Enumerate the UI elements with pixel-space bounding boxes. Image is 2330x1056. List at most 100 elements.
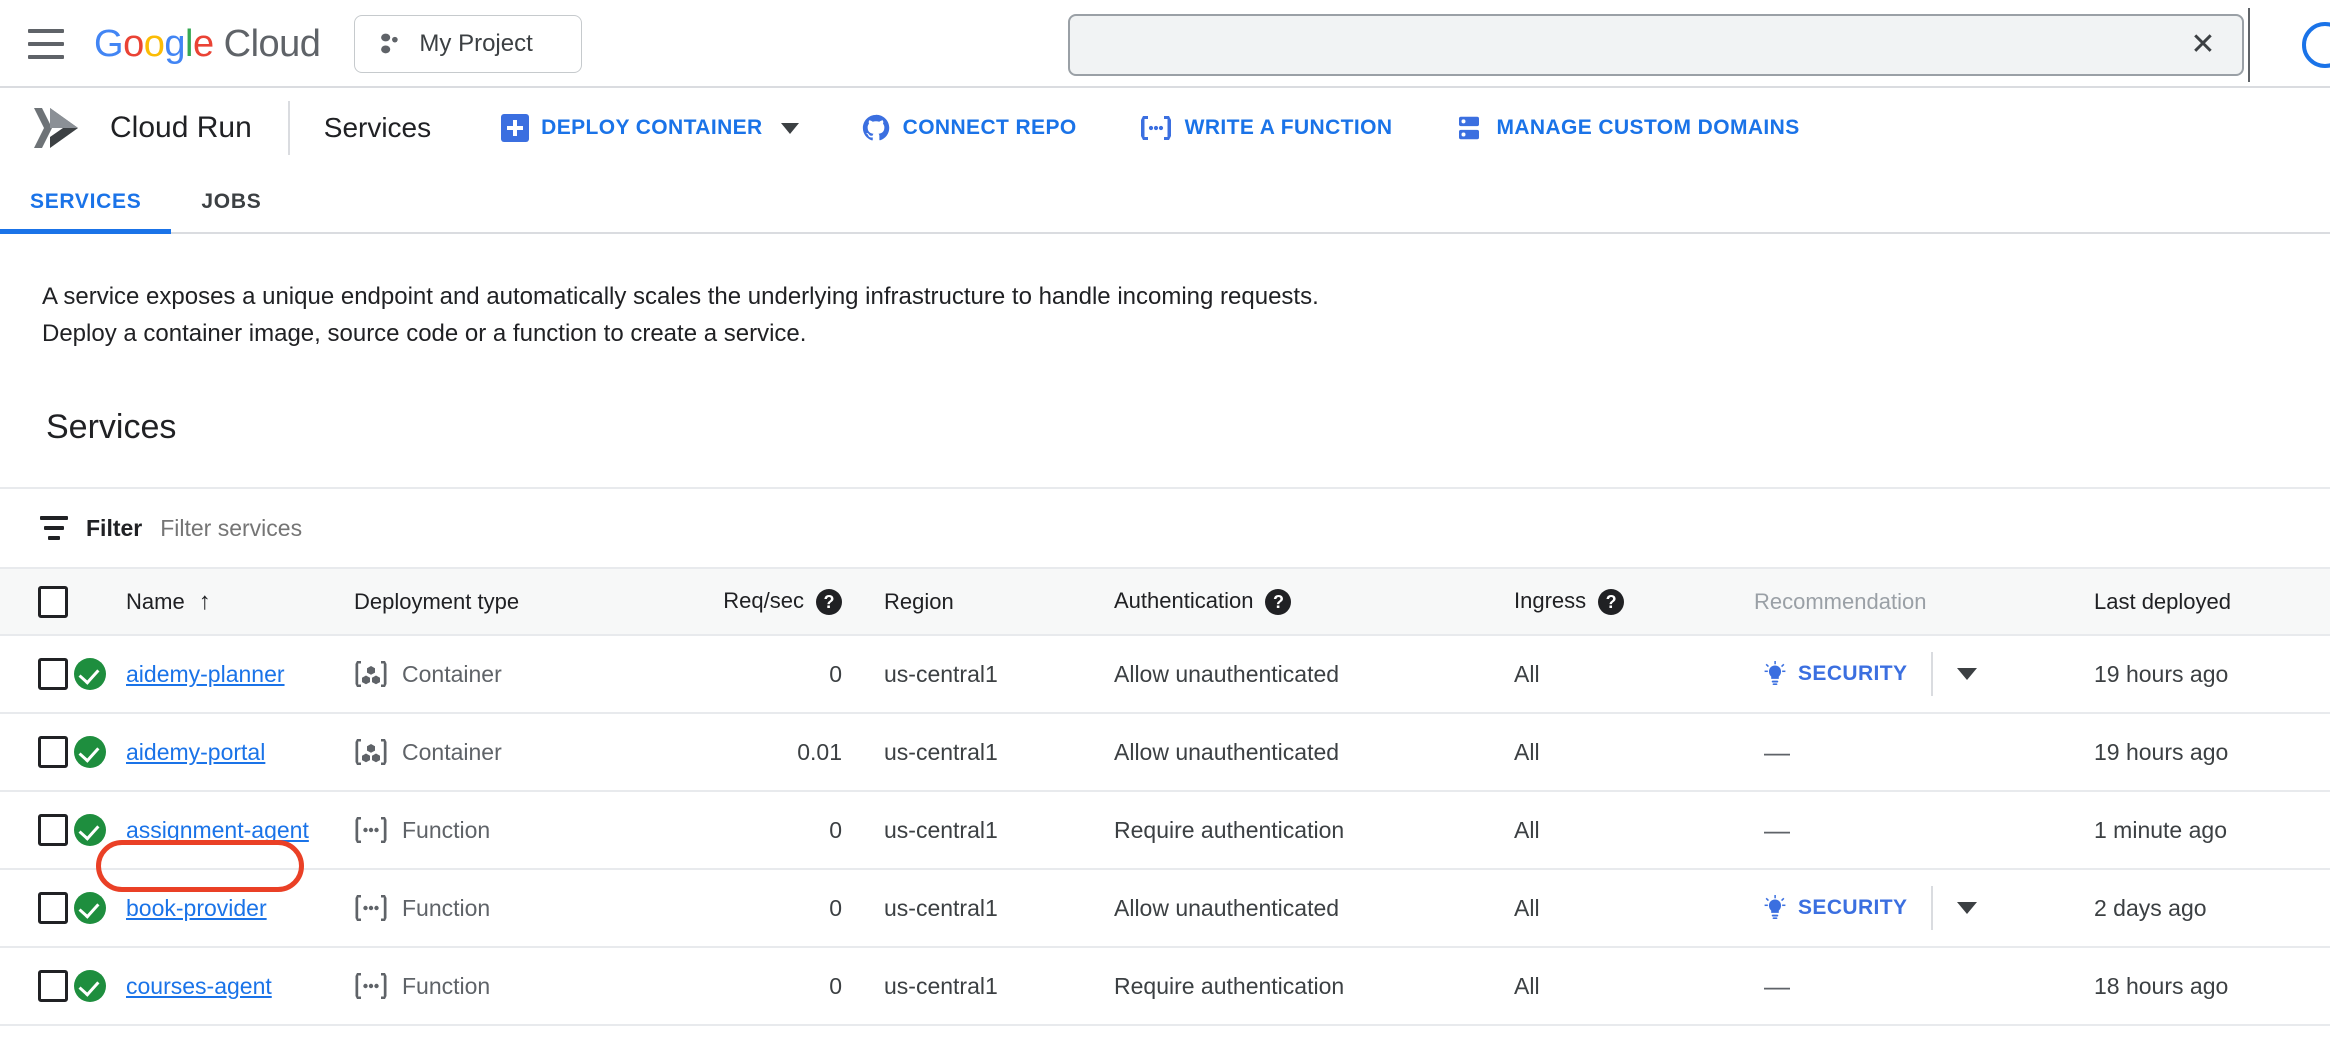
deployment-type-header[interactable]: Deployment type (354, 569, 684, 635)
global-header: Google Cloud My Project ✕ (0, 0, 2330, 88)
connect-repo-button[interactable]: CONNECT REPO (861, 113, 1077, 143)
chevron-down-icon[interactable] (781, 123, 799, 134)
row-checkbox[interactable] (38, 892, 68, 924)
table-row[interactable]: aidemy-planner Container 0 us-central1 A… (0, 635, 2330, 713)
row-ingress-cell: All (1514, 869, 1754, 947)
help-icon[interactable]: ? (1598, 589, 1624, 615)
service-link[interactable]: aidemy-portal (126, 739, 265, 765)
service-link[interactable]: aidemy-planner (126, 661, 285, 687)
authentication-header[interactable]: Authentication? (1114, 569, 1514, 635)
row-region-cell: us-central1 (884, 713, 1114, 791)
row-authentication-cell: Allow unauthenticated (1114, 713, 1514, 791)
tab-jobs[interactable]: JOBS (171, 190, 291, 232)
page-root: Google Cloud My Project ✕ Cloud Run Serv… (0, 0, 2330, 1026)
region-header[interactable]: Region (884, 569, 1114, 635)
deploy-container-button[interactable]: DEPLOY CONTAINER (501, 114, 798, 142)
filter-bar: Filter (0, 489, 2330, 569)
status-ok-icon (74, 970, 106, 1002)
global-search[interactable]: ✕ (1068, 14, 2244, 76)
title-divider (288, 101, 290, 155)
deployment-type-label: Container (402, 661, 502, 688)
select-all-checkbox[interactable] (38, 586, 68, 618)
header-divider (2248, 8, 2250, 82)
recommendation-empty: — (1754, 737, 1790, 767)
connect-repo-label: CONNECT REPO (903, 116, 1077, 140)
menu-icon[interactable] (28, 29, 64, 59)
deploy-container-label: DEPLOY CONTAINER (541, 116, 762, 140)
table-row[interactable]: courses-agent Function 0 us-central1 Req… (0, 947, 2330, 1025)
page-title: Cloud Run (110, 111, 252, 145)
services-table: Name ↑ Deployment type Req/sec? Region Au… (0, 569, 2330, 1026)
row-name-cell: courses-agent (126, 947, 354, 1025)
write-a-function-button[interactable]: WRITE A FUNCTION (1139, 114, 1393, 142)
project-selector[interactable]: My Project (354, 15, 582, 73)
row-req-sec-cell: 0 (684, 869, 884, 947)
help-icon[interactable]: ? (816, 589, 842, 615)
filter-input[interactable] (160, 515, 680, 542)
filter-icon[interactable] (40, 516, 68, 540)
row-name-cell: aidemy-portal (126, 713, 354, 791)
row-req-sec-cell: 0 (684, 947, 884, 1025)
search-submit-icon[interactable] (2302, 22, 2330, 68)
row-select-cell (0, 947, 74, 1025)
row-region-cell: us-central1 (884, 635, 1114, 713)
row-checkbox[interactable] (38, 970, 68, 1002)
row-deployment-type-cell: Function (354, 791, 684, 869)
last-deployed-header[interactable]: Last deployed (2094, 569, 2330, 635)
table-row[interactable]: assignment-agent Function 0 us-central1 … (0, 791, 2330, 869)
service-link[interactable]: courses-agent (126, 973, 272, 999)
google-cloud-logo[interactable]: Google Cloud (94, 23, 320, 66)
table-row[interactable]: aidemy-portal Container 0.01 us-central1… (0, 713, 2330, 791)
table-body: aidemy-planner Container 0 us-central1 A… (0, 635, 2330, 1025)
name-header-label: Name (126, 589, 185, 614)
req-sec-header[interactable]: Req/sec? (684, 569, 884, 635)
page-subtitle: Services (324, 112, 431, 144)
row-checkbox[interactable] (38, 814, 68, 846)
help-icon[interactable]: ? (1265, 589, 1291, 615)
table-header-row: Name ↑ Deployment type Req/sec? Region Au… (0, 569, 2330, 635)
table-row[interactable]: book-provider Function 0 us-central1 All… (0, 869, 2330, 947)
chevron-down-icon[interactable] (1957, 668, 1977, 680)
chevron-down-icon[interactable] (1957, 902, 1977, 914)
select-all-header (0, 569, 74, 635)
row-req-sec-cell: 0 (684, 791, 884, 869)
row-select-cell (0, 791, 74, 869)
row-select-cell (0, 869, 74, 947)
row-last-deployed-cell: 19 hours ago (2094, 635, 2330, 713)
row-deployment-type-cell: Container (354, 635, 684, 713)
lightbulb-icon (1762, 661, 1788, 687)
recommendation-divider (1931, 652, 1933, 696)
row-recommendation-cell: SECURITY (1754, 635, 2094, 713)
plus-square-icon (501, 114, 529, 142)
security-recommendation-badge[interactable]: SECURITY (1762, 895, 1907, 921)
service-link[interactable]: assignment-agent (126, 817, 309, 843)
recommendation-empty: — (1754, 815, 1790, 845)
deployment-type-label: Function (402, 895, 490, 922)
row-deployment-type-cell: Function (354, 869, 684, 947)
ingress-header[interactable]: Ingress? (1514, 569, 1754, 635)
manage-custom-domains-button[interactable]: MANAGE CUSTOM DOMAINS (1454, 113, 1799, 143)
row-checkbox[interactable] (38, 658, 68, 690)
sort-ascending-icon[interactable]: ↑ (199, 588, 211, 616)
row-region-cell: us-central1 (884, 869, 1114, 947)
status-ok-icon (74, 736, 106, 768)
status-ok-icon (74, 892, 106, 924)
project-icon (377, 31, 403, 57)
write-a-function-label: WRITE A FUNCTION (1185, 116, 1393, 140)
row-ingress-cell: All (1514, 713, 1754, 791)
tab-services[interactable]: SERVICES (0, 190, 171, 232)
row-recommendation-cell: SECURITY (1754, 869, 2094, 947)
row-checkbox[interactable] (38, 736, 68, 768)
row-last-deployed-cell: 18 hours ago (2094, 947, 2330, 1025)
search-input[interactable] (1092, 32, 2186, 59)
row-last-deployed-cell: 19 hours ago (2094, 713, 2330, 791)
deployment-type-label: Function (402, 973, 490, 1000)
description-line-2: Deploy a container image, source code or… (42, 315, 2330, 352)
security-recommendation-badge[interactable]: SECURITY (1762, 661, 1907, 687)
row-last-deployed-cell: 2 days ago (2094, 869, 2330, 947)
row-status-cell (74, 791, 126, 869)
security-recommendation-label: SECURITY (1798, 662, 1907, 686)
name-header[interactable]: Name ↑ (126, 569, 354, 635)
close-icon[interactable]: ✕ (2186, 28, 2220, 62)
service-link[interactable]: book-provider (126, 895, 267, 921)
